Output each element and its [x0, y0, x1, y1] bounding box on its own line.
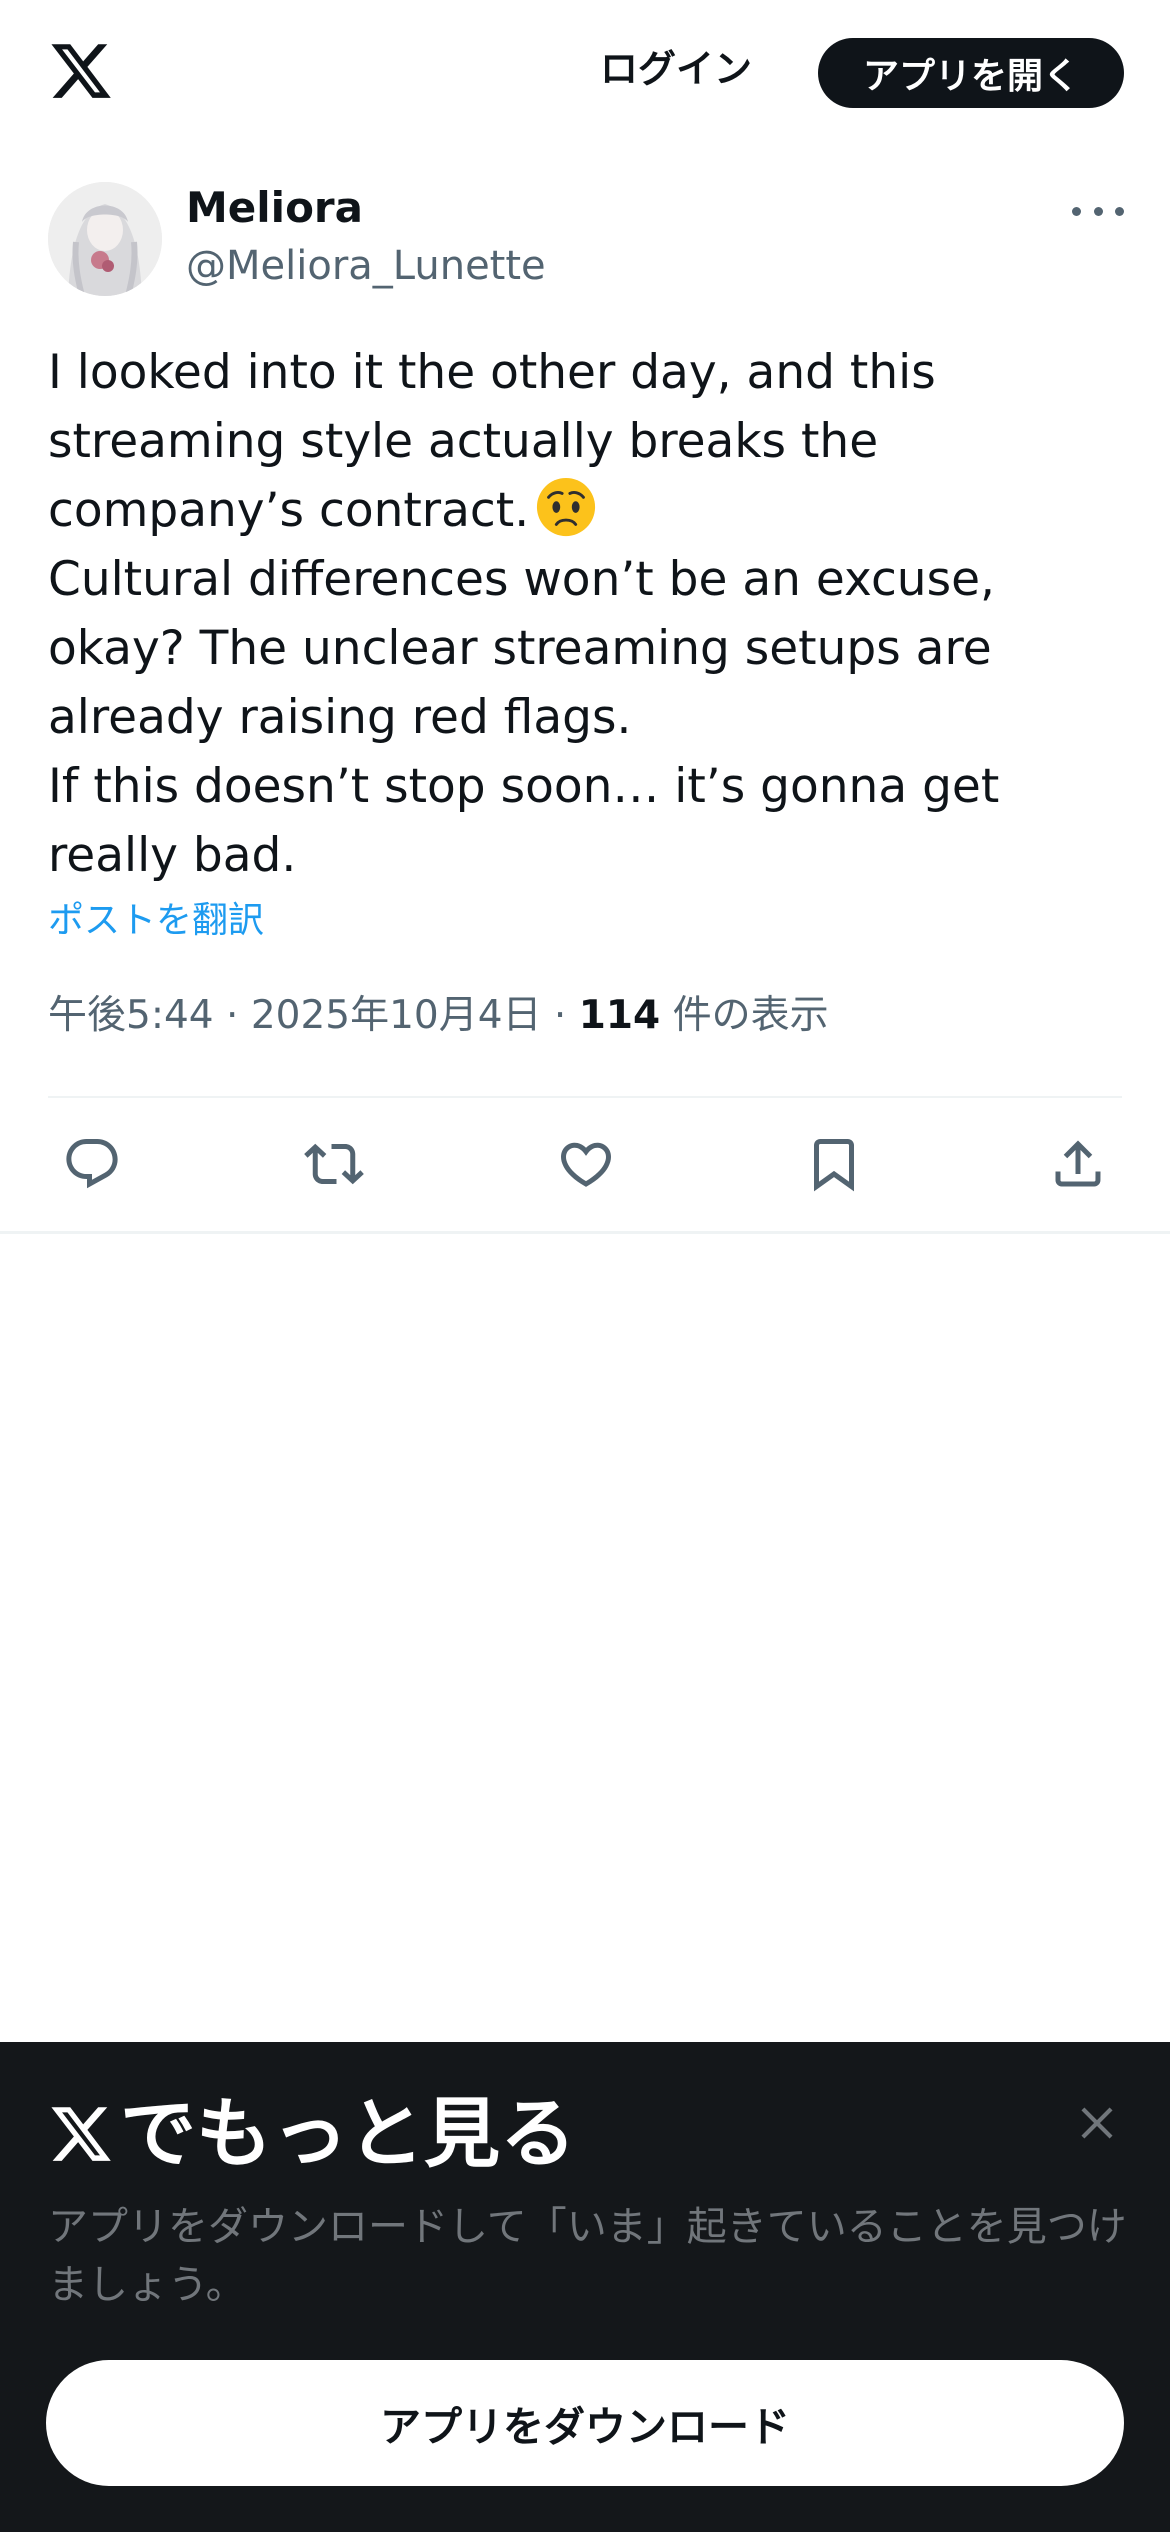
- post-text: I looked into it the other day, and this…: [48, 338, 1128, 890]
- avatar-image: [48, 182, 162, 296]
- sheet-title-text: でもっと見る: [120, 2089, 576, 2178]
- post-text-line: really bad.: [48, 828, 297, 883]
- tweet-page: ログイン アプリを開く Meliora @Meliora_Lunette I l…: [0, 0, 1170, 2532]
- x-logo-icon[interactable]: [48, 38, 114, 104]
- translate-post-link[interactable]: ポストを翻訳: [48, 896, 264, 946]
- post-text-line: I looked into it the other day, and this: [48, 345, 936, 400]
- bookmark-button[interactable]: [800, 1130, 868, 1198]
- reply-button[interactable]: [58, 1130, 126, 1198]
- repost-icon: [304, 1143, 364, 1185]
- post-text-line: streaming style actually breaks the: [48, 414, 879, 469]
- views-label: 件の表示: [672, 993, 829, 1038]
- sheet-title: でもっと見る: [48, 2086, 576, 2182]
- close-icon[interactable]: [1072, 2098, 1122, 2148]
- author-display-name[interactable]: Meliora: [186, 182, 363, 234]
- login-link[interactable]: ログイン: [600, 44, 752, 94]
- avatar[interactable]: [48, 182, 162, 296]
- post-text-line: already raising red flags.: [48, 690, 632, 745]
- app-promo-sheet: でもっと見る アプリをダウンロードして「いま」起きていることを見つけましょう。 …: [0, 2042, 1170, 2532]
- views-count: 114: [578, 993, 661, 1038]
- divider: [48, 1096, 1122, 1098]
- post-text-line: If this doesn’t stop soon… it’s gonna ge…: [48, 759, 1000, 814]
- repost-button[interactable]: [300, 1130, 368, 1198]
- post-text-line: Cultural differences won’t be an excuse,: [48, 552, 995, 607]
- top-bar: ログイン アプリを開く: [0, 0, 1170, 150]
- more-options-icon[interactable]: [1072, 196, 1124, 226]
- post-text-segment: company’s contract.: [48, 483, 530, 538]
- meta-separator: ·: [226, 993, 239, 1038]
- post-time[interactable]: 午後5:44: [48, 993, 214, 1038]
- share-button[interactable]: [1044, 1130, 1112, 1198]
- like-button[interactable]: [552, 1130, 620, 1198]
- open-app-button[interactable]: アプリを開く: [818, 38, 1124, 108]
- post-text-line: okay? The unclear streaming setups are: [48, 621, 992, 676]
- divider: [0, 1231, 1170, 1234]
- post-date[interactable]: 2025年10月4日: [251, 993, 542, 1038]
- post-actions-bar: [48, 1112, 1122, 1216]
- worried-face-emoji-icon: [537, 477, 596, 537]
- reply-icon: [66, 1139, 118, 1189]
- x-logo-icon: [51, 2107, 111, 2161]
- sheet-description: アプリをダウンロードして「いま」起きていることを見つけましょう。: [48, 2204, 1127, 2308]
- share-icon: [1055, 1140, 1101, 1187]
- post-text-line: company’s contract.: [48, 476, 1128, 545]
- like-icon: [560, 1142, 612, 1187]
- meta-separator: ·: [553, 993, 567, 1038]
- post-meta: 午後5:44 · 2025年10月4日 · 114 件の表示: [48, 988, 829, 1044]
- download-app-button[interactable]: アプリをダウンロード: [46, 2360, 1124, 2486]
- bookmark-icon: [814, 1139, 854, 1192]
- author-handle[interactable]: @Meliora_Lunette: [186, 240, 546, 292]
